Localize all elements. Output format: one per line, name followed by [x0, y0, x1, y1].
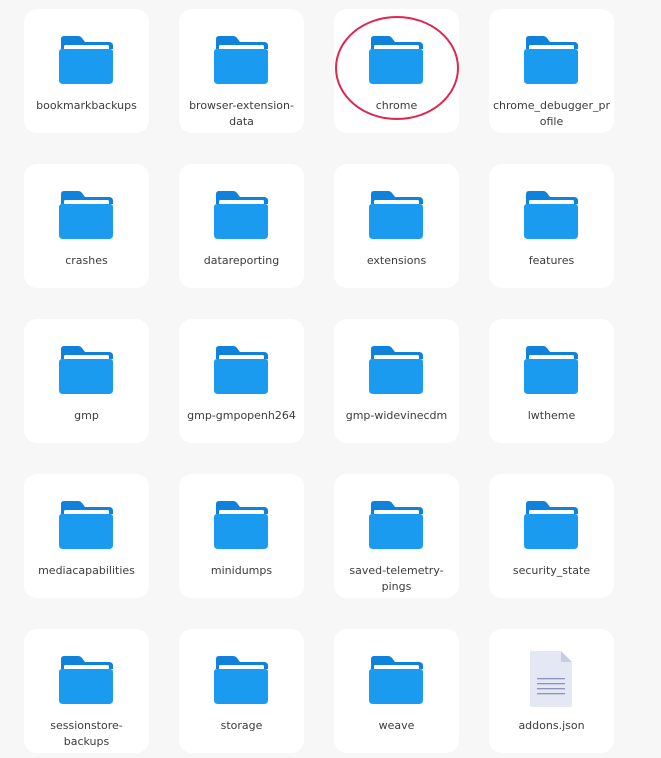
folder-tile-security-state[interactable]: security_state — [489, 474, 614, 598]
item-label: chrome_debugger_profile — [493, 99, 610, 128]
folder-icon — [58, 345, 114, 395]
folder-tile-minidumps[interactable]: minidumps — [179, 474, 304, 598]
folder-tile-features[interactable]: features — [489, 164, 614, 288]
folder-tile-weave[interactable]: weave — [334, 629, 459, 753]
folder-tile-browser-extension-data[interactable]: browser-extension-data — [179, 9, 304, 133]
folder-icon — [368, 655, 424, 705]
folder-icon — [213, 345, 269, 395]
folder-icon — [523, 35, 579, 85]
folder-tile-sessionstore-backups[interactable]: sessionstore-backups — [24, 629, 149, 753]
item-label: chrome — [375, 99, 418, 112]
folder-icon — [213, 655, 269, 705]
folder-tile-storage[interactable]: storage — [179, 629, 304, 753]
item-label: saved-telemetry-pings — [349, 564, 444, 593]
item-label: security_state — [512, 564, 591, 577]
folder-tile-chrome[interactable]: chrome — [334, 9, 459, 133]
folder-icon — [58, 655, 114, 705]
item-label: addons.json — [518, 719, 585, 732]
folder-icon — [523, 190, 579, 240]
item-label: weave — [378, 719, 415, 732]
folder-tile-datareporting[interactable]: datareporting — [179, 164, 304, 288]
folder-tile-lwtheme[interactable]: lwtheme — [489, 319, 614, 443]
folder-icon — [58, 500, 114, 550]
folder-icon — [523, 500, 579, 550]
item-label: bookmarkbackups — [36, 99, 137, 112]
folder-tile-bookmarkbackups[interactable]: bookmarkbackups — [24, 9, 149, 133]
folder-icon — [58, 35, 114, 85]
folder-icon — [213, 35, 269, 85]
folder-icon — [213, 500, 269, 550]
item-label: features — [528, 254, 575, 267]
folder-tile-saved-telemetry-pings[interactable]: saved-telemetry-pings — [334, 474, 459, 598]
item-label: datareporting — [203, 254, 280, 267]
item-label: lwtheme — [527, 409, 576, 422]
folder-icon — [368, 345, 424, 395]
item-label: storage — [220, 719, 263, 732]
folder-icon — [368, 35, 424, 85]
folder-tile-chrome-debugger-profile[interactable]: chrome_debugger_profile — [489, 9, 614, 133]
item-label: gmp-widevinecdm — [345, 409, 448, 422]
item-label: extensions — [366, 254, 427, 267]
folder-icon — [368, 190, 424, 240]
file-tile-addons-json[interactable]: addons.json — [489, 629, 614, 753]
file-grid: bookmarkbackups browser-extension-data c… — [24, 9, 614, 753]
folder-tile-crashes[interactable]: crashes — [24, 164, 149, 288]
item-label: browser-extension-data — [189, 99, 294, 128]
item-label: crashes — [65, 254, 108, 267]
folder-tile-gmp-gmpopenh264[interactable]: gmp-gmpopenh264 — [179, 319, 304, 443]
folder-icon — [523, 345, 579, 395]
folder-tile-gmp[interactable]: gmp — [24, 319, 149, 443]
folder-tile-mediacapabilities[interactable]: mediacapabilities — [24, 474, 149, 598]
item-label: gmp — [74, 409, 99, 422]
item-label: minidumps — [210, 564, 273, 577]
item-label: sessionstore-backups — [50, 719, 123, 748]
item-label: gmp-gmpopenh264 — [187, 409, 296, 422]
text-file-icon — [523, 651, 579, 709]
folder-tile-extensions[interactable]: extensions — [334, 164, 459, 288]
folder-icon — [58, 190, 114, 240]
item-label: mediacapabilities — [38, 564, 135, 577]
folder-icon — [368, 500, 424, 550]
folder-icon — [213, 190, 269, 240]
folder-tile-gmp-widevinecdm[interactable]: gmp-widevinecdm — [334, 319, 459, 443]
